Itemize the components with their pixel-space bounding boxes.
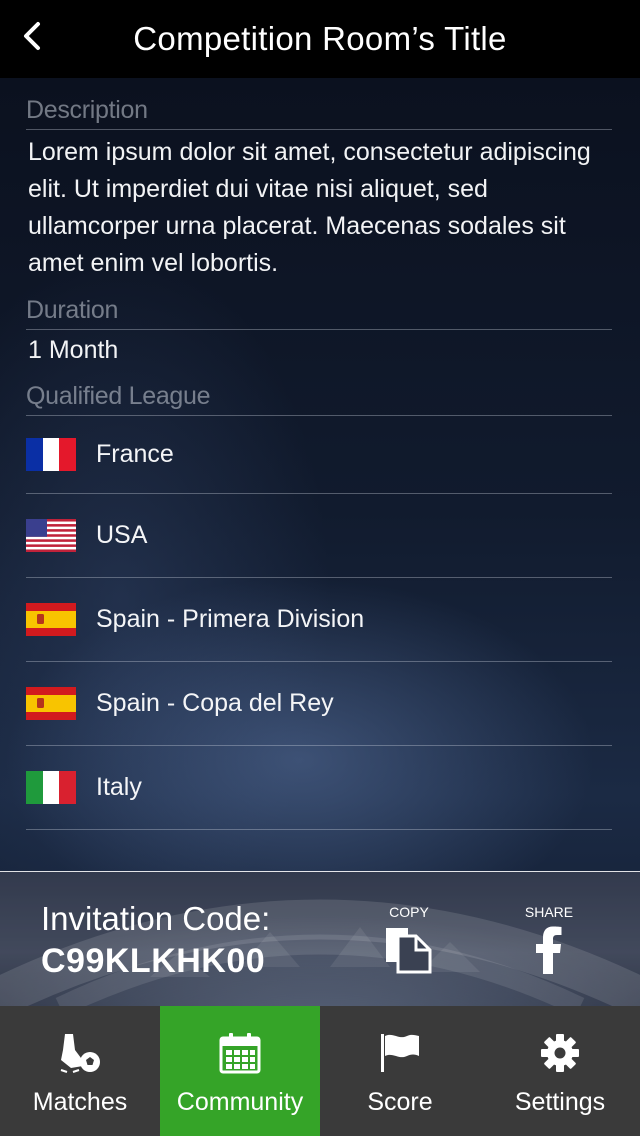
description-label: Description [26, 96, 612, 130]
spain-flag-icon [26, 603, 76, 636]
calendar-icon [219, 1033, 261, 1074]
tab-score-label: Score [367, 1088, 433, 1116]
spain-flag-icon [26, 687, 76, 720]
share-facebook-button[interactable]: SHARE [514, 904, 584, 974]
tab-score[interactable]: Score [320, 1006, 480, 1136]
usa-flag-icon [26, 519, 76, 552]
copy-button[interactable]: COPY [374, 904, 444, 974]
copy-label: COPY [389, 904, 429, 920]
tab-matches-label: Matches [32, 1088, 128, 1116]
competition-details: Description Lorem ipsum dolor sit amet, … [26, 78, 612, 830]
tab-community-label: Community [176, 1088, 304, 1116]
facebook-icon [536, 926, 562, 974]
back-button[interactable] [10, 14, 54, 58]
league-item-spain-primera[interactable]: Spain - Primera Division [26, 578, 612, 662]
nav-header: Competition Room’s Title [0, 0, 640, 78]
page-title: Competition Room’s Title [133, 20, 507, 57]
qualified-league-label: Qualified League [26, 382, 612, 416]
league-list: France USA Spain - Primera Division Spai… [26, 416, 612, 830]
tab-community[interactable]: Community [160, 1006, 320, 1136]
flag-icon [381, 1034, 419, 1072]
tab-bar: Matches Community Score Settings [0, 1006, 640, 1136]
league-item-italy[interactable]: Italy [26, 746, 612, 830]
league-name: Spain - Copa del Rey [96, 689, 334, 717]
tab-settings-label: Settings [514, 1088, 606, 1116]
league-item-spain-copa[interactable]: Spain - Copa del Rey [26, 662, 612, 746]
tab-settings[interactable]: Settings [480, 1006, 640, 1136]
copy-icon [386, 928, 432, 974]
gear-icon [541, 1034, 579, 1072]
league-name: Spain - Primera Division [96, 605, 365, 633]
duration-label: Duration [26, 296, 612, 330]
share-label: SHARE [524, 904, 574, 920]
italy-flag-icon [26, 771, 76, 804]
duration-value: 1 Month [28, 336, 119, 364]
tab-matches[interactable]: Matches [0, 1006, 160, 1136]
description-text: Lorem ipsum dolor sit amet, consectetur … [28, 138, 591, 277]
invitation-code-label: Invitation Code: [41, 900, 271, 937]
league-item-usa[interactable]: USA [26, 494, 612, 578]
invitation-code-value: C99KLKHK00 [41, 942, 266, 980]
league-name: France [96, 440, 174, 468]
chevron-left-icon [24, 22, 40, 50]
league-name: USA [96, 521, 148, 549]
league-item-france[interactable]: France [26, 416, 612, 494]
league-name: Italy [96, 773, 142, 801]
invitation-panel: Invitation Code: C99KLKHK00 COPY SHARE [0, 871, 640, 1006]
france-flag-icon [26, 438, 76, 471]
soccer-boot-ball-icon [60, 1034, 100, 1073]
